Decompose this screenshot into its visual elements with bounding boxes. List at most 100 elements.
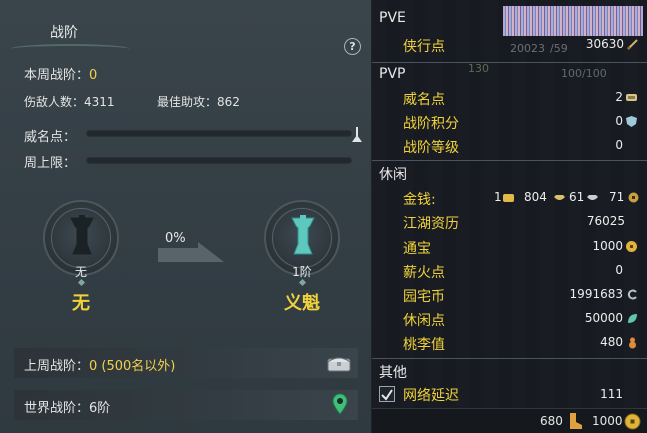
leisure-value: 50000 [584,311,623,325]
bg-text-c: 130 [468,62,489,75]
section-other: 其他 [379,365,407,381]
panel-title: 战阶 [50,25,78,41]
weekly-cap-bar [86,157,352,164]
bottom-value-b: 1000 [592,414,623,428]
bottom-currency-bar: 680 1000 [372,408,647,433]
weekly-rank-value: 0 [89,68,98,83]
kills-label: 伤敌人数： [24,95,85,109]
scroll-icon [626,94,637,101]
kills-value: 4311 [84,95,115,109]
pvp-value: 0 [615,114,623,128]
section-pve: PVE [379,10,406,26]
leisure-label: 通宝 [403,241,431,257]
pve-label: 侠行点 [403,39,445,55]
next-arrow-icon [158,242,224,262]
coin-icon [624,413,641,430]
next-rank-name: 义魁 [284,293,320,314]
location-pin-icon[interactable] [332,393,348,415]
gold-ingot-icon [503,194,514,202]
last-rank-value: 0 (500名以外) [89,359,176,374]
chest-icon[interactable] [327,354,351,372]
money-label: 金钱: [403,192,436,208]
leisure-value: 1991683 [569,287,623,301]
bg-text-d: 100/100 [561,67,607,80]
next-rank-caption: 1阶 [292,265,312,279]
latency-label: 网络延迟 [403,388,459,404]
assist-value: 862 [217,95,240,109]
divider-diamond [298,278,307,287]
leisure-row: 通宝 1000 [372,235,647,259]
world-rank-value: 6阶 [89,401,111,416]
current-rank-caption: 无 [74,265,87,279]
shield-icon [626,116,637,127]
leisure-row: 园宅币 1991683 [372,283,647,307]
bottom-value-a: 680 [540,414,563,428]
bg-text-b: /59 [550,42,568,55]
last-week-rank: 上周战阶：0 (500名以外) [24,355,175,374]
panel-header: 战阶 ? [0,14,372,55]
rank-emblem-icon [70,215,94,255]
leisure-value: 480 [600,335,623,349]
coin-icon [626,241,637,252]
copper-ingot-icon [587,195,598,200]
leisure-value: 0 [615,263,623,277]
pve-value: 30630 [585,37,624,51]
silver-ingot-icon [554,195,565,200]
weekly-cap-label: 周上限： [24,156,77,171]
leisure-value: 1000 [592,239,623,253]
money-gold: 1 [494,190,502,204]
prestige-label: 威名点： [24,130,77,145]
weekly-rank: 本周战阶：0 [24,64,97,83]
world-rank-label: 世界战阶： [24,401,90,416]
latency-value: 111 [600,387,623,401]
money-silver-big: 804 [524,190,547,204]
pvp-value: 0 [615,138,623,152]
leisure-row: 桃李值 480 [372,331,647,355]
help-button[interactable]: ? [344,38,361,55]
checkmark-icon [381,389,393,401]
leisure-label: 薪火点 [403,265,445,281]
last-rank-label: 上周战阶： [24,359,90,374]
swirl-icon [627,289,637,300]
divider-diamond [77,278,86,287]
pvp-row: 战阶积分 0 [372,110,647,134]
copper-coin-icon [628,192,639,203]
boot-icon [570,413,582,429]
leisure-label: 休闲点 [403,313,445,329]
leisure-row: 休闲点 50000 [372,307,647,331]
rank-panel: 战阶 ? 本周战阶：0 伤敌人数：4311 最佳助攻：862 威名点： 周上限：… [0,0,372,433]
money-silver: 61 [569,190,585,204]
weekly-rank-label: 本周战阶： [24,68,90,83]
leisure-label: 桃李值 [403,337,445,353]
latency-checkbox[interactable] [379,386,395,402]
bg-text-a: 20023 [510,42,545,55]
assist-stat: 最佳助攻：862 [157,93,240,110]
sword-icon [627,39,638,50]
player-banner [503,6,643,36]
leisure-row: 薪火点 0 [372,259,647,283]
world-rank: 世界战阶：6阶 [24,397,110,416]
pvp-row: 威名点 2 [372,86,647,110]
leisure-row: 江湖资历 76025 [372,210,647,234]
leisure-value: 76025 [586,214,625,228]
assist-label: 最佳助攻： [157,95,218,109]
section-leisure: 休闲 [379,167,407,183]
pvp-label: 威名点 [403,92,445,108]
money-row: 金钱: 1 804 61 71 [372,186,647,210]
money-copper: 71 [609,190,625,204]
title-ornament [10,44,130,54]
gourd-icon [629,337,636,349]
section-pvp: PVP [379,66,406,82]
leisure-label: 园宅币 [403,289,445,305]
prestige-progress-bar [86,130,352,137]
pvp-label: 战阶积分 [403,116,459,132]
cap-marker-icon [352,127,362,142]
current-rank-name: 无 [72,293,90,314]
leisure-label: 江湖资历 [403,216,459,232]
pvp-row: 战阶等级 0 [372,134,647,158]
rank-emblem-icon [291,215,315,255]
currency-panel: PVE 侠行点 30630 20023 /59 PVP 130 100/100 … [372,0,647,433]
pvp-label: 战阶等级 [403,140,459,156]
leaf-icon [628,314,637,323]
kills-stat: 伤敌人数：4311 [24,93,115,110]
